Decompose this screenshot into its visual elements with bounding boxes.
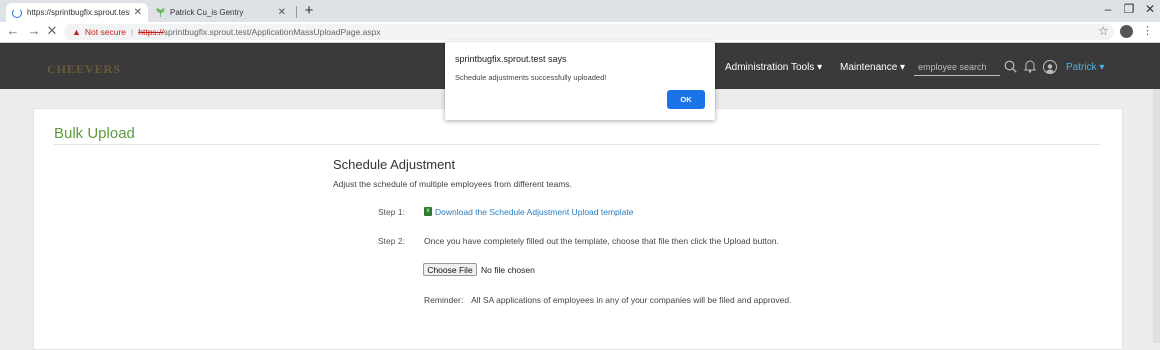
section-title: Schedule Adjustment bbox=[333, 157, 456, 172]
excel-file-icon: x bbox=[424, 207, 432, 216]
page-scrollbar[interactable] bbox=[1153, 89, 1160, 343]
user-name: Patrick bbox=[1066, 62, 1097, 73]
download-template-link[interactable]: Download the Schedule Adjustment Upload … bbox=[435, 207, 633, 217]
tab-title: https://sprintbugfix.sprout.test/A bbox=[27, 8, 130, 17]
nav-label: Administration Tools bbox=[725, 62, 815, 73]
title-divider bbox=[54, 144, 1100, 145]
bell-icon[interactable] bbox=[1024, 59, 1036, 73]
new-tab-icon[interactable]: + bbox=[300, 2, 318, 19]
close-window-icon[interactable]: ✕ bbox=[1140, 2, 1160, 16]
tab-separator bbox=[296, 6, 297, 18]
bookmark-star-icon[interactable]: ☆ bbox=[1098, 24, 1109, 38]
search-icon[interactable] bbox=[1004, 60, 1017, 73]
loading-spinner-icon bbox=[12, 7, 22, 18]
url-scheme: https:// bbox=[138, 27, 164, 37]
browser-toolbar: ← → ✕ ▲ Not secure | https:// sprintbugf… bbox=[0, 22, 1160, 43]
ok-button[interactable]: OK bbox=[667, 90, 705, 109]
browser-menu-icon[interactable]: ⋮ bbox=[1142, 24, 1153, 37]
step2-instructions: Once you have completely filled out the … bbox=[424, 236, 779, 246]
page-title: Bulk Upload bbox=[54, 125, 135, 142]
browser-tab[interactable]: Patrick Cu_is Gentry ✕ bbox=[150, 3, 292, 22]
forward-icon[interactable]: → bbox=[27, 23, 41, 38]
back-icon[interactable]: ← bbox=[6, 23, 20, 38]
choose-file-button[interactable]: Choose File bbox=[423, 263, 477, 276]
reminder-text: All SA applications of employees in any … bbox=[471, 295, 792, 305]
step1-label: Step 1: bbox=[378, 207, 405, 217]
dialog-message: Schedule adjustments successfully upload… bbox=[455, 73, 607, 82]
user-menu[interactable]: Patrick ▾ bbox=[1066, 62, 1104, 73]
step2-label: Step 2: bbox=[378, 236, 405, 246]
avatar-icon[interactable] bbox=[1043, 60, 1057, 74]
nav-administration-tools[interactable]: Administration Tools ▾ bbox=[725, 62, 822, 73]
alert-dialog: sprintbugfix.sprout.test says Schedule a… bbox=[445, 42, 715, 120]
browser-tab-strip: https://sprintbugfix.sprout.test/A ✕ Pat… bbox=[0, 0, 1160, 22]
address-bar[interactable]: ▲ Not secure | https:// sprintbugfix.spr… bbox=[64, 24, 1114, 40]
restore-icon[interactable]: ❐ bbox=[1119, 2, 1139, 16]
dialog-title: sprintbugfix.sprout.test says bbox=[455, 54, 567, 64]
company-logo[interactable]: CHEEVERS bbox=[47, 62, 121, 77]
close-tab-icon[interactable]: ✕ bbox=[278, 7, 286, 18]
browser-tab-active[interactable]: https://sprintbugfix.sprout.test/A ✕ bbox=[6, 3, 148, 22]
sprout-favicon-icon bbox=[156, 8, 165, 17]
tab-title: Patrick Cu_is Gentry bbox=[170, 8, 244, 17]
reminder-note: Reminder: All SA applications of employe… bbox=[424, 295, 791, 305]
address-divider: | bbox=[131, 27, 134, 37]
close-tab-icon[interactable]: ✕ bbox=[134, 7, 142, 18]
section-description: Adjust the schedule of multiple employee… bbox=[333, 179, 572, 189]
caret-down-icon: ▾ bbox=[817, 62, 823, 73]
file-status: No file chosen bbox=[481, 265, 535, 275]
browser-profile-icon[interactable] bbox=[1120, 25, 1133, 38]
reminder-label: Reminder: bbox=[424, 295, 464, 305]
stop-icon[interactable]: ✕ bbox=[45, 23, 59, 39]
minimize-icon[interactable]: – bbox=[1098, 2, 1118, 16]
nav-label: Maintenance bbox=[840, 62, 898, 73]
caret-down-icon: ▾ bbox=[1099, 62, 1105, 73]
warning-icon: ▲ bbox=[72, 27, 81, 37]
caret-down-icon: ▾ bbox=[900, 62, 906, 73]
url-path: sprintbugfix.sprout.test/ApplicationMass… bbox=[163, 27, 381, 37]
not-secure-label: Not secure bbox=[84, 27, 127, 37]
employee-search-input[interactable] bbox=[914, 58, 1000, 76]
nav-maintenance[interactable]: Maintenance ▾ bbox=[840, 62, 905, 73]
